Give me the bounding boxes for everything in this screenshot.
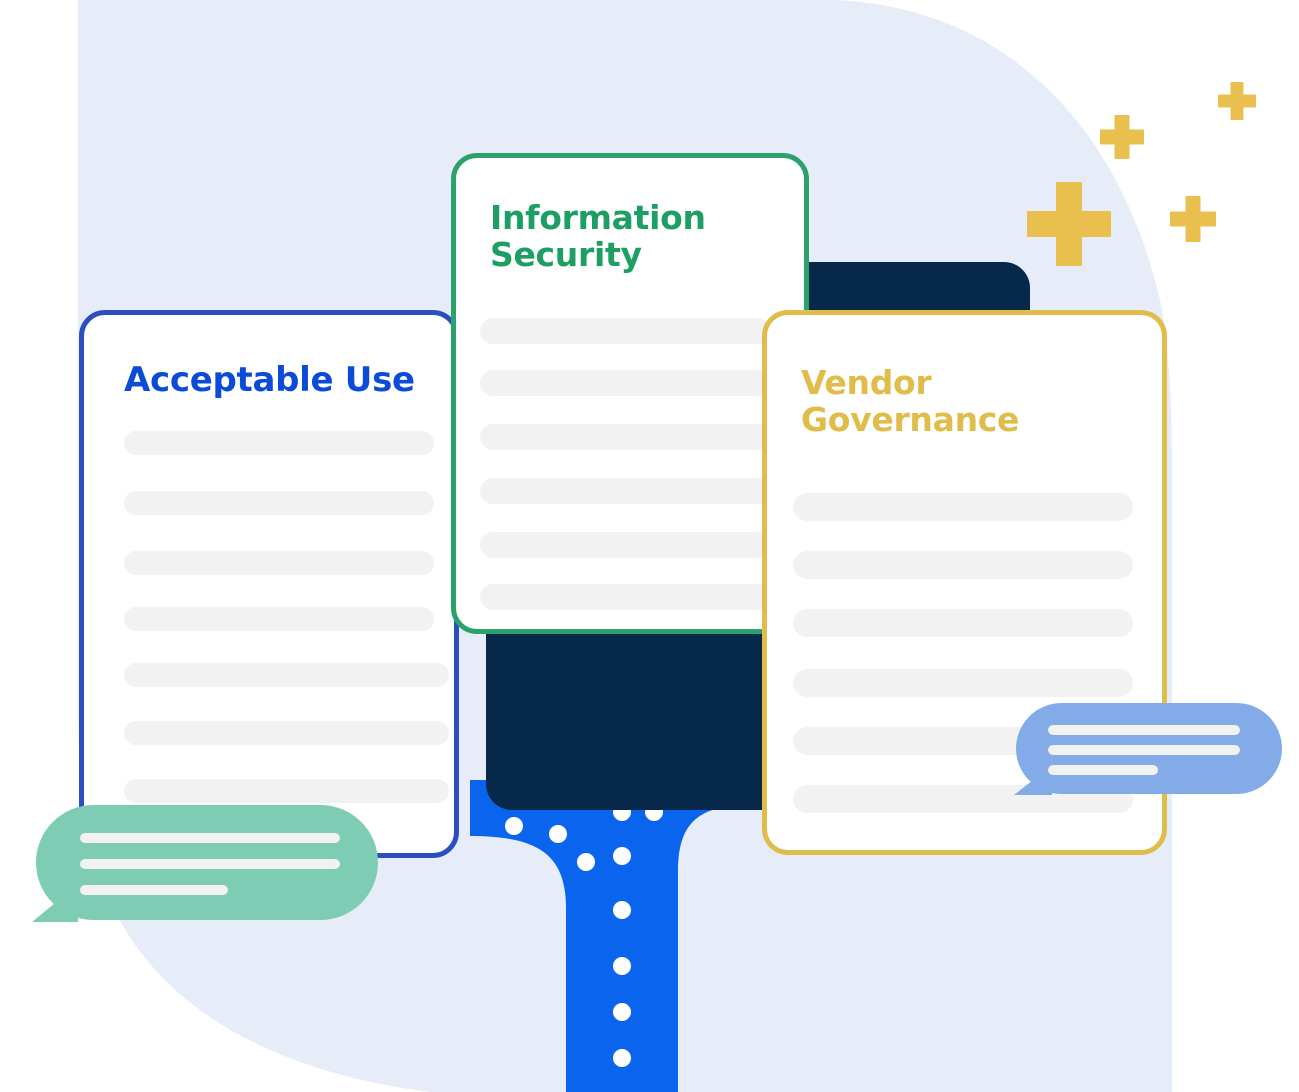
card-information-security-title: Information Security [490, 198, 706, 274]
bubble-text-line [1048, 745, 1240, 755]
illustration-canvas: Acceptable Use Information Security Vend… [0, 0, 1299, 1092]
card-vendor-governance-title: Vendor Governance [801, 363, 1020, 439]
bubble-text-line [80, 859, 340, 869]
placeholder-line [480, 370, 770, 396]
placeholder-line [480, 424, 770, 450]
placeholder-line [480, 478, 770, 504]
plus-icon [1100, 115, 1144, 159]
placeholder-line [124, 431, 434, 455]
speech-bubble-blue-tail [1014, 765, 1052, 795]
placeholder-line [124, 721, 449, 745]
placeholder-line [793, 669, 1133, 697]
bubble-text-line [1048, 765, 1158, 775]
placeholder-line [480, 532, 770, 558]
placeholder-line [124, 779, 449, 803]
placeholder-line [480, 318, 770, 344]
speech-bubble-blue[interactable] [1014, 703, 1282, 795]
speech-bubble-green[interactable] [32, 805, 378, 922]
plus-icon [1170, 196, 1216, 242]
bubble-text-line [1048, 725, 1240, 735]
placeholder-line [124, 491, 434, 515]
placeholder-line [124, 663, 449, 687]
bubble-text-line [80, 833, 340, 843]
placeholder-line [793, 609, 1133, 637]
card-acceptable-use-title: Acceptable Use [124, 360, 415, 400]
plus-icon [1218, 82, 1256, 120]
speech-bubble-green-tail [32, 884, 78, 922]
placeholder-line [124, 607, 434, 631]
card-acceptable-use[interactable]: Acceptable Use [79, 310, 459, 858]
plus-icon-large [1027, 182, 1111, 266]
placeholder-line [793, 493, 1133, 521]
card-information-security[interactable]: Information Security [451, 153, 809, 634]
placeholder-line [793, 551, 1133, 579]
placeholder-line [124, 551, 434, 575]
bubble-text-line [80, 885, 228, 895]
placeholder-line [480, 584, 770, 610]
